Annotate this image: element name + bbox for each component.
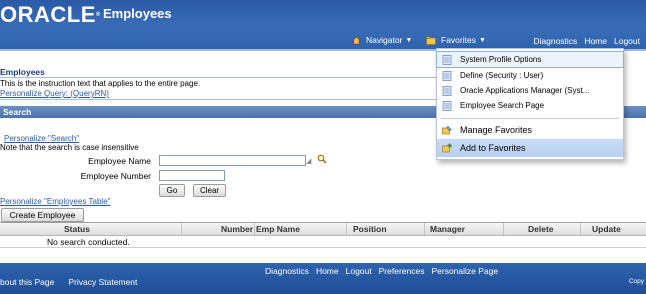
column-divider: [580, 223, 581, 235]
favorite-item-define-security-user[interactable]: Define (Security : User): [437, 68, 623, 83]
favorite-item-label: Define (Security : User): [460, 71, 544, 80]
title-divider: [0, 77, 440, 78]
favorites-dropdown: System Profile Options Define (Security …: [436, 48, 624, 160]
favorite-item-label: Employee Search Page: [460, 101, 545, 110]
column-divider: [424, 223, 425, 235]
footer-home-link[interactable]: Home: [316, 266, 339, 276]
column-manager[interactable]: Manager: [430, 224, 465, 234]
app-title: Employees: [103, 6, 172, 21]
manage-favorites-label: Manage Favorites: [460, 125, 533, 135]
footer-preferences-link[interactable]: Preferences: [379, 266, 425, 276]
column-divider: [254, 223, 255, 235]
go-button[interactable]: Go: [159, 184, 185, 197]
column-update[interactable]: Update: [592, 224, 621, 234]
favorite-item-system-profile-options[interactable]: System Profile Options: [436, 51, 624, 68]
footer-links: Diagnostics Home Logout Preferences Pers…: [265, 266, 498, 276]
no-results-text: No search conducted.: [47, 237, 130, 247]
home-link[interactable]: Home: [584, 36, 607, 46]
instruction-text: This is the instruction text that applie…: [0, 79, 201, 88]
logout-link[interactable]: Logout: [614, 36, 640, 46]
employee-name-input[interactable]: [159, 155, 306, 166]
favorite-item-label: System Profile Options: [460, 55, 542, 64]
favorites-label: Favorites: [441, 35, 476, 45]
page-icon: [442, 100, 452, 111]
column-status[interactable]: Status: [64, 224, 90, 234]
global-links: Diagnostics Home Logout: [533, 36, 640, 46]
column-divider: [503, 223, 504, 235]
column-position[interactable]: Position: [353, 224, 387, 234]
favorite-item-employee-search-page[interactable]: Employee Search Page: [437, 98, 623, 113]
manage-favorites-icon: [442, 125, 452, 135]
header-bar: ORACLE® Employees Navigator ▼ Favorites …: [0, 0, 646, 49]
menu-separator: [441, 118, 619, 119]
personalize-search-link[interactable]: Personalize "Search": [4, 134, 79, 143]
about-page-link[interactable]: bout this Page: [0, 277, 54, 287]
footer-diagnostics-link[interactable]: Diagnostics: [265, 266, 309, 276]
personalize-table-link[interactable]: Personalize "Employees Table": [0, 197, 110, 206]
employee-number-input[interactable]: [159, 170, 225, 181]
chevron-down-icon: ▼: [478, 36, 486, 44]
copyright-text: Copy: [628, 278, 644, 285]
search-icon[interactable]: [317, 154, 327, 164]
oracle-logo: ORACLE®: [0, 2, 101, 27]
clear-button[interactable]: Clear: [193, 184, 226, 197]
add-to-favorites-item[interactable]: Add to Favorites: [437, 139, 623, 157]
favorites-menu[interactable]: Favorites ▼: [426, 35, 486, 45]
manage-favorites-item[interactable]: Manage Favorites: [437, 121, 623, 139]
column-emp-name[interactable]: Emp Name: [256, 224, 300, 234]
navigator-menu[interactable]: Navigator ▼: [352, 35, 412, 45]
table-header: Status Number Emp Name Position Manager …: [0, 223, 646, 236]
chevron-down-icon: ▼: [405, 36, 413, 44]
create-employee-button[interactable]: Create Employee: [1, 208, 84, 222]
privacy-statement-link[interactable]: Privacy Statement: [68, 277, 137, 287]
page-icon: [442, 85, 452, 96]
section-divider: [0, 99, 440, 100]
add-to-favorites-label: Add to Favorites: [460, 143, 526, 153]
footer-left-links: bout this Page Privacy Statement: [0, 277, 137, 287]
page-icon: [442, 70, 452, 81]
table-row: No search conducted.: [0, 236, 646, 248]
column-delete[interactable]: Delete: [528, 224, 554, 234]
column-number[interactable]: Number: [221, 224, 253, 234]
folder-star-icon: [426, 36, 436, 45]
footer-personalize-page-link[interactable]: Personalize Page: [431, 266, 498, 276]
diagnostics-link[interactable]: Diagnostics: [533, 36, 577, 46]
footer-bar: Diagnostics Home Logout Preferences Pers…: [0, 263, 646, 294]
employee-name-label: Employee Name: [88, 156, 151, 166]
lov-resize-icon: ◢: [306, 158, 312, 165]
favorite-item-label: Oracle Applications Manager (Syst...: [460, 86, 590, 95]
personalize-query-link[interactable]: Personalize Query: (QueryRN): [0, 89, 109, 98]
search-note: Note that the search is case insensitive: [0, 143, 139, 152]
column-divider: [181, 223, 182, 235]
home-icon: [352, 35, 361, 44]
navigator-label: Navigator: [366, 35, 403, 45]
employee-number-label: Employee Number: [80, 171, 151, 181]
page-title: Employees: [0, 67, 45, 77]
add-favorite-icon: [442, 143, 452, 153]
page-icon: [442, 54, 452, 65]
footer-logout-link[interactable]: Logout: [346, 266, 372, 276]
column-divider: [346, 223, 347, 235]
favorite-item-oracle-apps-manager[interactable]: Oracle Applications Manager (Syst...: [437, 83, 623, 98]
